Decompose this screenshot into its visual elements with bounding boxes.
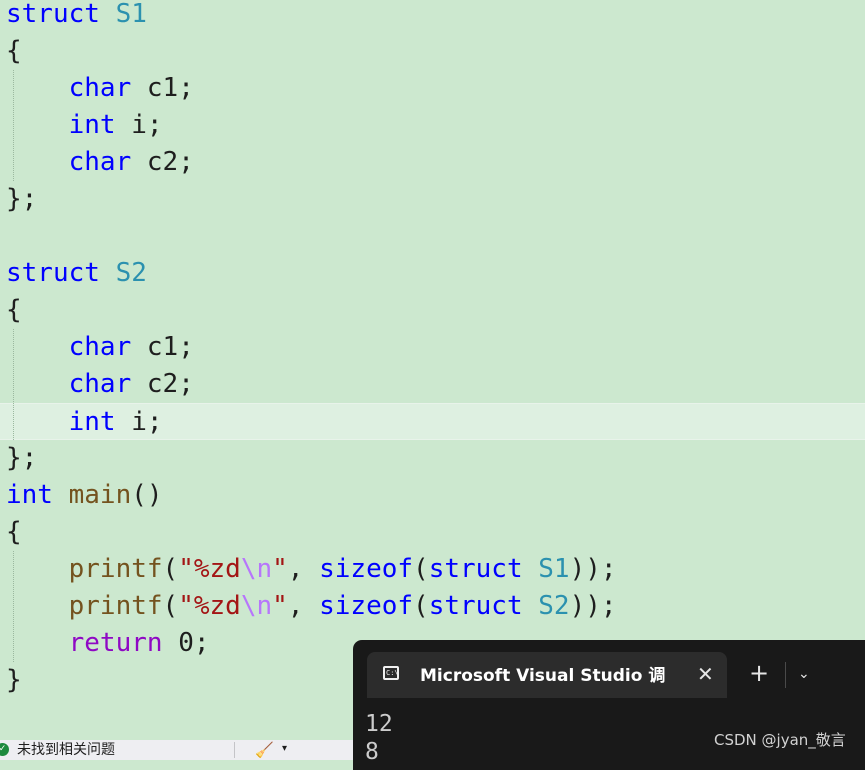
code-line[interactable]: int i; [0, 403, 865, 440]
code-token: }; [6, 184, 38, 214]
code-line[interactable]: char c2; [0, 366, 865, 403]
code-token: main [68, 480, 132, 510]
code-token: i; [115, 407, 163, 437]
chevron-down-icon[interactable]: ▾ [282, 743, 287, 754]
code-token: \n [240, 554, 273, 584]
code-token: struct [6, 258, 100, 288]
code-token: , [287, 591, 320, 621]
console-tab-title: Microsoft Visual Studio 调试控制台 [420, 666, 665, 686]
code-token: char [68, 147, 132, 177]
code-token: S1 [538, 554, 570, 584]
tab-bar-separator [785, 662, 786, 688]
console-tab[interactable]: C:\ Microsoft Visual Studio 调试控制台 ✕ [367, 652, 727, 698]
code-token: { [6, 36, 22, 66]
code-token: printf [68, 591, 163, 621]
code-token: S2 [538, 591, 570, 621]
close-tab-icon[interactable]: ✕ [697, 662, 714, 686]
code-token: return [68, 628, 163, 658]
code-token: sizeof [319, 591, 414, 621]
code-line[interactable]: char c1; [0, 70, 865, 107]
console-icon: C:\ [383, 666, 399, 680]
status-separator [234, 742, 235, 758]
code-token: printf [68, 554, 163, 584]
code-token: "%zd [178, 554, 241, 584]
code-token: { [6, 295, 22, 325]
code-line[interactable]: { [0, 514, 865, 551]
code-token: struct [428, 591, 523, 621]
console-output-line: 8 [365, 739, 379, 765]
indent-guide [13, 70, 14, 181]
indent-guide [13, 551, 14, 662]
code-token: int [68, 110, 116, 140]
code-line[interactable]: int main() [0, 477, 865, 514]
code-token: S1 [115, 0, 147, 29]
code-token: i; [115, 110, 163, 140]
code-line[interactable]: }; [0, 440, 865, 477]
watermark: CSDN @jyan_敬言 [714, 731, 846, 749]
code-editor[interactable]: struct S1{ char c1; int i; char c2;}; str… [0, 0, 865, 740]
code-token: }; [6, 443, 38, 473]
code-line[interactable]: { [0, 292, 865, 329]
code-token: int [6, 480, 53, 510]
code-token: c1; [131, 73, 194, 103]
code-token: char [68, 332, 132, 362]
code-token: int [68, 407, 116, 437]
code-line[interactable]: struct S1 [0, 0, 865, 33]
brush-icon[interactable]: 🧹 [255, 741, 274, 759]
code-line[interactable]: }; [0, 181, 865, 218]
code-token: "%zd [178, 591, 241, 621]
code-token: char [68, 73, 132, 103]
code-token: ( [162, 554, 179, 584]
code-line[interactable]: struct S2 [0, 255, 865, 292]
code-token: char [68, 369, 132, 399]
check-circle-icon: ✓ [0, 743, 9, 756]
code-token: 0; [162, 628, 210, 658]
new-tab-icon[interactable]: + [749, 660, 769, 686]
code-token: c2; [131, 147, 194, 177]
code-token: )); [569, 591, 617, 621]
issues-status-text[interactable]: 未找到相关问题 [17, 741, 115, 759]
code-line[interactable]: char c2; [0, 144, 865, 181]
chevron-down-icon[interactable]: ⌄ [798, 664, 810, 684]
code-line[interactable]: printf("%zd\n", sizeof(struct S1)); [0, 551, 865, 588]
code-token: , [287, 554, 320, 584]
code-token: struct [428, 554, 523, 584]
code-token: \n [240, 591, 273, 621]
code-token: " [272, 591, 288, 621]
code-line[interactable]: char c1; [0, 329, 865, 366]
indent-guide [13, 329, 14, 440]
code-token: c1; [131, 332, 194, 362]
code-token: S2 [115, 258, 147, 288]
code-line[interactable]: int i; [0, 107, 865, 144]
code-token: ( [413, 554, 429, 584]
code-token: { [6, 517, 22, 547]
code-token: ( [413, 591, 429, 621]
code-token: } [6, 665, 22, 695]
code-line[interactable]: { [0, 33, 865, 70]
code-token: sizeof [319, 554, 414, 584]
code-line[interactable]: printf("%zd\n", sizeof(struct S2)); [0, 588, 865, 625]
code-line[interactable] [0, 218, 865, 255]
code-token: () [131, 480, 163, 510]
code-token: c2; [131, 369, 194, 399]
code-token: " [272, 554, 288, 584]
code-token: struct [6, 0, 100, 29]
console-output-line: 12 [365, 711, 393, 737]
code-token: )); [569, 554, 617, 584]
code-token: ( [162, 591, 179, 621]
